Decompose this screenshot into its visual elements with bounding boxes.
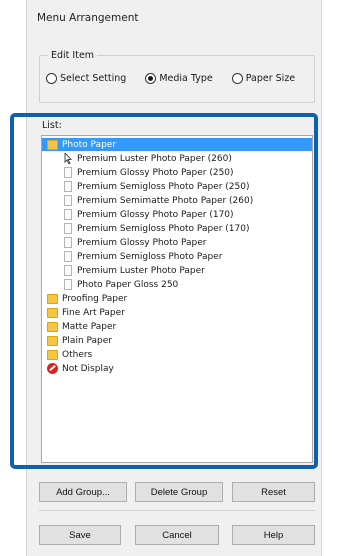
cursor-icon	[64, 153, 72, 164]
folder-icon	[47, 307, 58, 318]
folder-icon	[47, 293, 58, 304]
document-icon	[64, 209, 72, 220]
tree-item-label: Photo Paper	[62, 139, 117, 150]
edit-item-options: Select Setting Media Type Paper Size	[46, 73, 295, 84]
save-button[interactable]: Save	[39, 525, 121, 545]
tree-item-label: Premium Glossy Photo Paper	[77, 237, 207, 248]
tree-item-others[interactable]: Others	[47, 348, 92, 361]
document-icon	[64, 237, 72, 248]
document-icon	[64, 251, 72, 262]
tree-item-matte-paper[interactable]: Matte Paper	[47, 320, 116, 333]
button-separator	[39, 510, 315, 511]
tree-item-media[interactable]: Premium Luster Photo Paper (260)	[64, 152, 232, 165]
tree-item-label: Premium Semigloss Photo Paper (170)	[77, 223, 250, 234]
add-group-button[interactable]: Add Group...	[39, 482, 127, 502]
list-label: List:	[42, 120, 62, 131]
tree-item-media[interactable]: Photo Paper Gloss 250	[64, 278, 178, 291]
tree-item-label: Proofing Paper	[62, 293, 128, 304]
document-icon	[64, 195, 72, 206]
folder-icon	[47, 335, 58, 346]
tree-item-label: Others	[62, 349, 93, 360]
folder-icon	[47, 321, 58, 332]
tree-item-label: Matte Paper	[62, 321, 117, 332]
folder-icon	[47, 349, 58, 360]
document-icon	[64, 167, 72, 178]
tree-item-label: Not Display	[62, 363, 114, 374]
radio-paper-size[interactable]: Paper Size	[231, 73, 296, 84]
tree-item-fine-art-paper[interactable]: Fine Art Paper	[47, 306, 125, 319]
tree-item-label: Premium Luster Photo Paper (260)	[77, 153, 232, 164]
tree-item-label: Premium Semigloss Photo Paper	[77, 251, 223, 262]
radio-button-icon[interactable]	[46, 73, 57, 84]
tree-item-media[interactable]: Premium Semigloss Photo Paper	[64, 250, 222, 263]
folder-icon	[47, 139, 58, 150]
tree-item-media[interactable]: Premium Glossy Photo Paper	[64, 236, 206, 249]
document-icon	[64, 265, 72, 276]
tree-item-label: Premium Glossy Photo Paper (170)	[77, 209, 234, 220]
tree-item-media[interactable]: Premium Semimatte Photo Paper (260)	[64, 194, 253, 207]
tree-item-proofing-paper[interactable]: Proofing Paper	[47, 292, 127, 305]
document-icon	[64, 181, 72, 192]
tree-item-label: Premium Glossy Photo Paper (250)	[77, 167, 234, 178]
edit-item-label: Edit Item	[48, 50, 98, 61]
tree-item-plain-paper[interactable]: Plain Paper	[47, 334, 112, 347]
tree-item-media[interactable]: Premium Luster Photo Paper	[64, 264, 205, 277]
tree-item-label: Photo Paper Gloss 250	[77, 279, 179, 290]
help-button[interactable]: Help	[232, 525, 315, 545]
tree-item-media[interactable]: Premium Glossy Photo Paper (250)	[64, 166, 234, 179]
tree-item-label: Plain Paper	[62, 335, 112, 346]
edit-item-groupbox: Edit Item Select Setting Media Type Pape…	[39, 50, 315, 103]
radio-button-icon[interactable]	[231, 73, 243, 84]
tree-item-label: Premium Semimatte Photo Paper (260)	[77, 195, 254, 206]
tree-item-media[interactable]: Premium Semigloss Photo Paper (250)	[64, 180, 249, 193]
radio-media-type[interactable]: Media Type	[145, 73, 213, 84]
reset-button[interactable]: Reset	[232, 482, 315, 502]
dialog-title: Menu Arrangement	[37, 12, 139, 24]
document-icon	[64, 279, 72, 290]
tree-item-label: Premium Semigloss Photo Paper (250)	[77, 181, 250, 192]
menu-arrangement-dialog: Menu Arrangement Edit Item Select Settin…	[10, 0, 322, 556]
tree-item-media[interactable]: Premium Glossy Photo Paper (170)	[64, 208, 234, 221]
radio-media-type-label: Media Type	[159, 73, 213, 84]
cancel-button[interactable]: Cancel	[135, 525, 219, 545]
delete-group-button[interactable]: Delete Group	[135, 482, 223, 502]
radio-select-setting[interactable]: Select Setting	[46, 73, 126, 84]
tree-item-media[interactable]: Premium Semigloss Photo Paper (170)	[64, 222, 249, 235]
media-type-tree-list[interactable]: Photo Paper Premium Luster Photo Paper (…	[41, 135, 313, 463]
tree-item-not-display[interactable]: Not Display	[47, 362, 114, 375]
document-icon	[64, 223, 72, 234]
tree-item-label: Fine Art Paper	[62, 307, 125, 318]
not-display-icon	[47, 363, 58, 374]
radio-button-selected-icon[interactable]	[145, 73, 157, 84]
radio-select-setting-label: Select Setting	[60, 73, 127, 84]
radio-paper-size-label: Paper Size	[245, 73, 296, 84]
tree-item-photo-paper[interactable]: Photo Paper	[42, 138, 312, 151]
tree-item-label: Premium Luster Photo Paper	[77, 265, 205, 276]
